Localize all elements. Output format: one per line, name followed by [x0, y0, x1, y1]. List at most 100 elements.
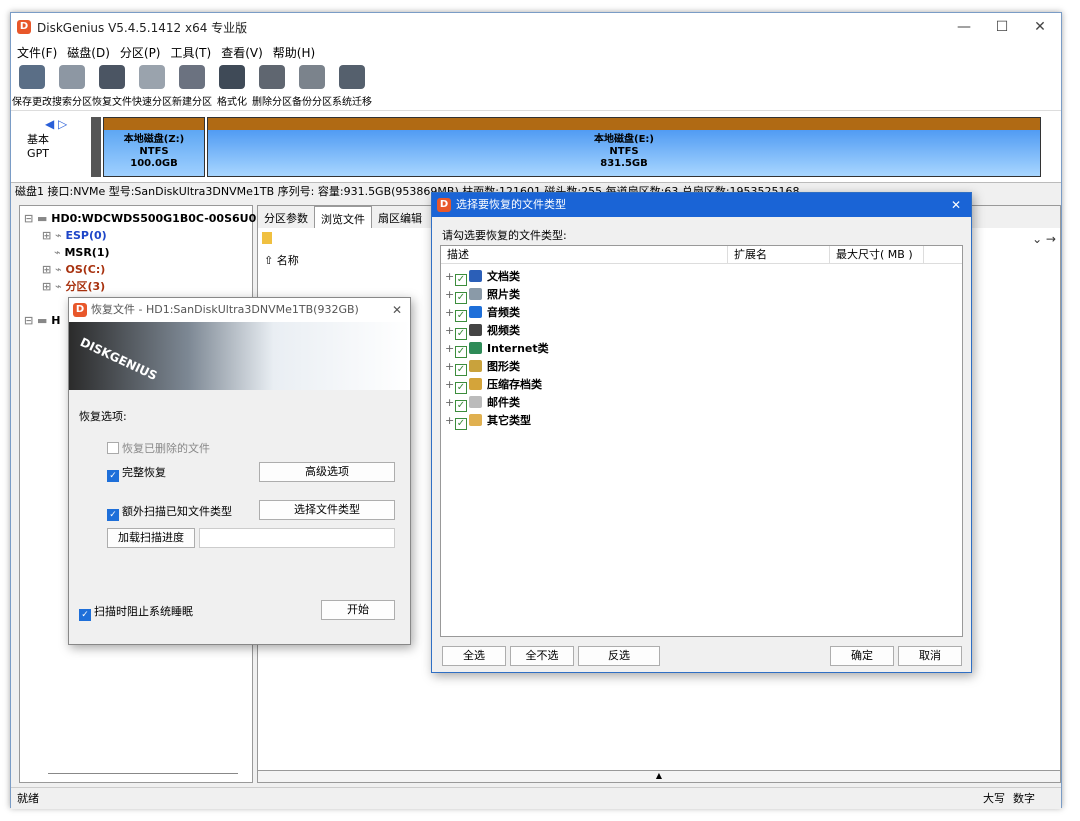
tree-item-hd0[interactable]: ⊟ ▬ HD0:WDCWDS500G1B0C-00S6U0(466	[24, 210, 284, 227]
expand-icon[interactable]: +	[445, 322, 455, 340]
ok-button[interactable]: 确定	[830, 646, 894, 666]
disk-nav-arrows[interactable]: ◀ ▷	[45, 117, 67, 131]
type-checkbox[interactable]: ✓	[455, 310, 467, 322]
toolbar-button-6[interactable]: 删除分区	[252, 63, 292, 110]
file-type-label: 邮件类	[487, 396, 520, 409]
type-dialog-close[interactable]: ✕	[951, 193, 961, 217]
file-type-row[interactable]: + ✓ 照片类	[445, 286, 520, 304]
path-go-icon[interactable]: ⌄ →	[1032, 232, 1056, 246]
toolbar-label: 保存更改	[12, 97, 52, 108]
column-extension[interactable]: 扩展名	[727, 246, 767, 264]
select-file-types-button[interactable]: 选择文件类型	[259, 500, 395, 520]
tree-scrollbar[interactable]	[48, 773, 238, 774]
start-button[interactable]: 开始	[321, 600, 395, 620]
tree-item-hd1[interactable]: ⊟ ▬ H	[24, 312, 61, 329]
cancel-button[interactable]: 取消	[898, 646, 962, 666]
tree-item-label: ESP(0)	[65, 229, 107, 242]
tab-browse-files[interactable]: 浏览文件	[314, 206, 372, 228]
title-bar: D DiskGenius V5.4.5.1412 x64 专业版 — ☐ ✕	[11, 13, 1061, 41]
menu-file[interactable]: 文件(F)	[17, 44, 57, 61]
maximize-button[interactable]: ☐	[983, 13, 1021, 41]
expand-icon[interactable]: +	[445, 394, 455, 412]
type-checkbox[interactable]: ✓	[455, 382, 467, 394]
file-type-row[interactable]: + ✓ 其它类型	[445, 412, 531, 430]
toolbar-label: 新建分区	[172, 97, 212, 108]
type-checkbox[interactable]: ✓	[455, 292, 467, 304]
menu-view[interactable]: 查看(V)	[221, 44, 263, 61]
partition-usage-bar	[208, 118, 1040, 130]
file-type-row[interactable]: + ✓ 压缩存档类	[445, 376, 542, 394]
toolbar-button-4[interactable]: 新建分区	[172, 63, 212, 110]
tree-item-msr[interactable]: ⌁ MSR(1)	[54, 244, 110, 261]
graphics-icon	[469, 360, 482, 372]
advanced-options-button[interactable]: 高级选项	[259, 462, 395, 482]
menu-partition[interactable]: 分区(P)	[120, 44, 161, 61]
tree-item-label: HD0:WDCWDS500G1B0C-00S6U0(466	[51, 212, 285, 225]
partition-e[interactable]: 本地磁盘(E:) NTFS 831.5GB	[207, 117, 1041, 177]
app-icon: D	[437, 198, 451, 212]
type-checkbox[interactable]: ✓	[455, 418, 467, 430]
tab-partition-params[interactable]: 分区参数	[258, 206, 314, 228]
toolbar-button-8[interactable]: 系统迁移	[332, 63, 372, 110]
expand-icon[interactable]: +	[445, 304, 455, 322]
file-type-row[interactable]: + ✓ 图形类	[445, 358, 520, 376]
extra-scan-checkbox[interactable]: ✓ 额外扫描已知文件类型	[107, 503, 232, 521]
toolbar-button-5[interactable]: 格式化	[213, 63, 251, 110]
toolbar-button-1[interactable]: 搜索分区	[52, 63, 92, 110]
checkbox-box	[107, 442, 119, 454]
select-none-button[interactable]: 全不选	[510, 646, 574, 666]
file-type-row[interactable]: + ✓ Internet类	[445, 340, 549, 358]
expand-icon[interactable]: +	[445, 412, 455, 430]
expand-icon[interactable]: +	[445, 268, 455, 286]
type-checkbox[interactable]: ✓	[455, 328, 467, 340]
bottom-scrollbar[interactable]: ▲	[258, 770, 1060, 782]
load-scan-progress-button[interactable]: 加载扫描进度	[107, 528, 195, 548]
file-type-row[interactable]: + ✓ 邮件类	[445, 394, 520, 412]
tree-item-os[interactable]: ⊞ ⌁ OS(C:)	[42, 261, 105, 278]
file-type-row[interactable]: + ✓ 视频类	[445, 322, 520, 340]
partition-usage-bar	[104, 118, 204, 130]
type-checkbox[interactable]: ✓	[455, 364, 467, 376]
menu-disk[interactable]: 磁盘(D)	[67, 44, 110, 61]
tab-sector-edit[interactable]: 扇区编辑	[372, 206, 428, 228]
minimize-button[interactable]: —	[945, 13, 983, 41]
menu-help[interactable]: 帮助(H)	[273, 44, 315, 61]
file-type-row[interactable]: + ✓ 文档类	[445, 268, 520, 286]
expand-icon[interactable]: +	[445, 358, 455, 376]
toolbar-label: 删除分区	[252, 97, 292, 108]
expand-icon[interactable]: +	[445, 286, 455, 304]
column-max-size[interactable]: 最大尺寸( MB )	[829, 246, 913, 264]
prevent-sleep-checkbox[interactable]: ✓ 扫描时阻止系统睡眠	[79, 603, 193, 621]
type-checkbox[interactable]: ✓	[455, 274, 467, 286]
select-all-button[interactable]: 全选	[442, 646, 506, 666]
partition-z[interactable]: 本地磁盘(Z:) NTFS 100.0GB	[103, 117, 205, 177]
column-description[interactable]: 描述	[447, 246, 469, 264]
column-name[interactable]: ⇧ 名称	[264, 252, 299, 268]
menu-tools[interactable]: 工具(T)	[171, 44, 212, 61]
delete-icon	[259, 65, 285, 89]
type-checkbox[interactable]: ✓	[455, 400, 467, 412]
deleted-files-checkbox[interactable]: 恢复已删除的文件	[107, 440, 210, 456]
status-bar: 就绪 大写 数字	[11, 787, 1061, 809]
toolbar-button-2[interactable]: 恢复文件	[92, 63, 132, 110]
type-checkbox[interactable]: ✓	[455, 346, 467, 358]
tree-item-esp[interactable]: ⊞ ⌁ ESP(0)	[42, 227, 107, 244]
toolbar-label: 系统迁移	[332, 97, 372, 108]
toolbar-button-0[interactable]: 保存更改	[12, 63, 52, 110]
archive-icon	[469, 378, 482, 390]
toolbar-button-3[interactable]: 快速分区	[132, 63, 172, 110]
scan-progress-path-field[interactable]	[199, 528, 395, 548]
recover-dialog-close[interactable]: ✕	[392, 298, 402, 322]
tree-item-partition3[interactable]: ⊞ ⌁ 分区(3)	[42, 278, 105, 295]
expand-icon[interactable]: +	[445, 376, 455, 394]
expand-icon[interactable]: +	[445, 340, 455, 358]
invert-selection-button[interactable]: 反选	[578, 646, 660, 666]
toolbar-button-7[interactable]: 备份分区	[292, 63, 332, 110]
search-icon	[59, 65, 85, 89]
file-type-row[interactable]: + ✓ 音频类	[445, 304, 520, 322]
photo-icon	[469, 288, 482, 300]
file-type-list-header: 描述 扩展名 最大尺寸( MB )	[441, 246, 962, 264]
close-button[interactable]: ✕	[1021, 13, 1059, 41]
full-recovery-checkbox[interactable]: ✓ 完整恢复	[107, 464, 166, 482]
quick-partition-icon	[139, 65, 165, 89]
